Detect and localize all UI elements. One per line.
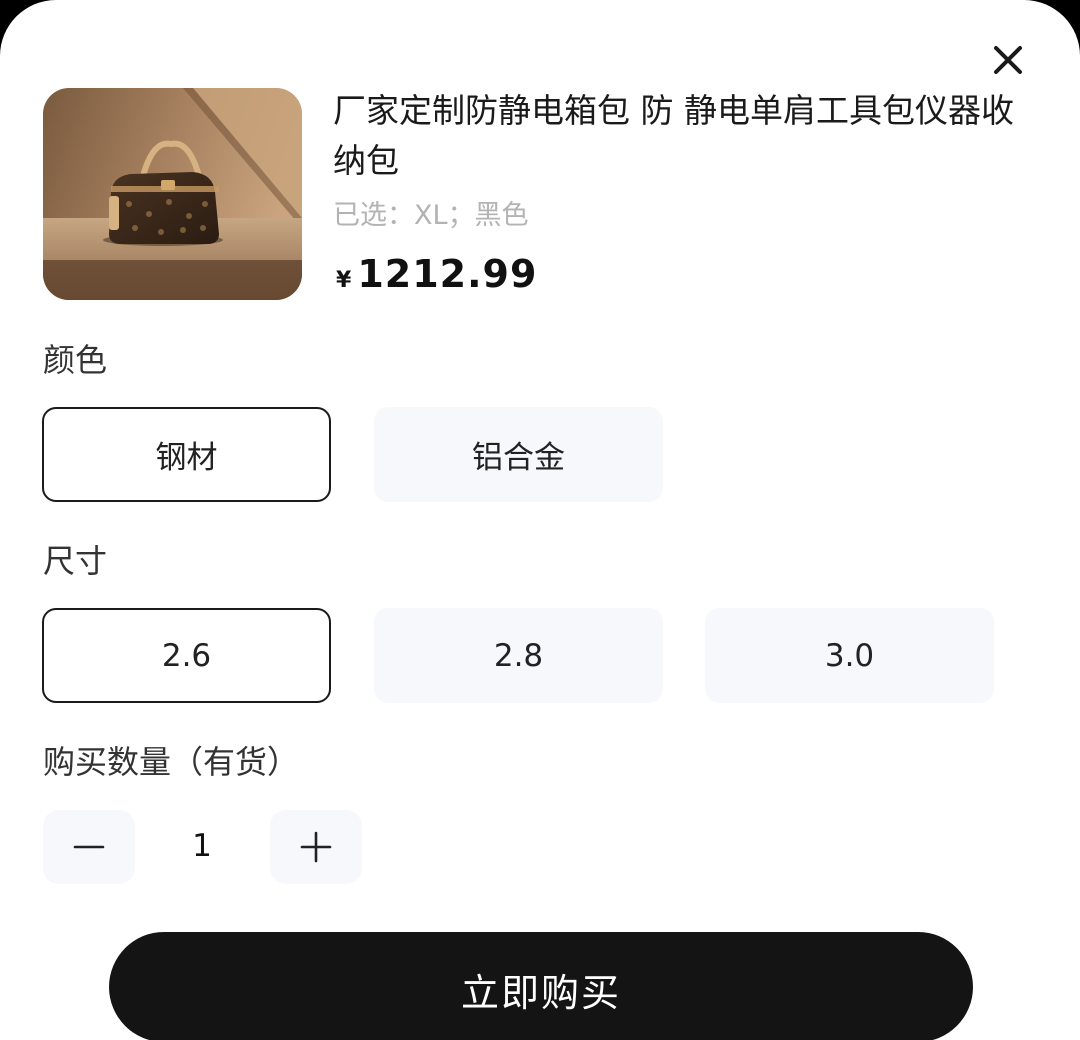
quantity-increase-button[interactable] <box>270 810 362 884</box>
size-option-2-6[interactable]: 2.6 <box>42 608 331 703</box>
close-button[interactable] <box>984 40 1032 80</box>
color-option-aluminum[interactable]: 铝合金 <box>374 407 663 502</box>
size-section-label: 尺寸 <box>43 542 108 580</box>
quantity-value[interactable]: 1 <box>150 822 254 870</box>
minus-icon <box>73 845 105 849</box>
product-image <box>43 88 302 300</box>
quantity-decrease-button[interactable] <box>43 810 135 884</box>
product-title: 厂家定制防静电箱包 防 静电单肩工具包仪器收纳包 <box>333 91 1014 180</box>
quantity-section-label: 购买数量（有货） <box>43 743 300 781</box>
size-option-2-8[interactable]: 2.8 <box>374 608 663 703</box>
color-section-label: 颜色 <box>43 341 108 379</box>
product-price: ¥ 1212.99 <box>336 252 537 296</box>
close-icon <box>994 46 1022 74</box>
plus-icon <box>300 831 332 863</box>
color-option-steel[interactable]: 钢材 <box>42 407 331 502</box>
size-option-3-0[interactable]: 3.0 <box>705 608 994 703</box>
buy-now-button[interactable]: 立即购买 <box>109 932 973 1040</box>
product-options-sheet: 厂家定制防静电箱包 防 静电单肩工具包仪器收纳包 已选：XL；黑色 ¥ 1212… <box>0 0 1080 1040</box>
selected-variant-text: 已选：XL；黑色 <box>333 200 529 231</box>
price-amount: 1212.99 <box>357 252 538 296</box>
currency-symbol: ¥ <box>336 268 352 293</box>
